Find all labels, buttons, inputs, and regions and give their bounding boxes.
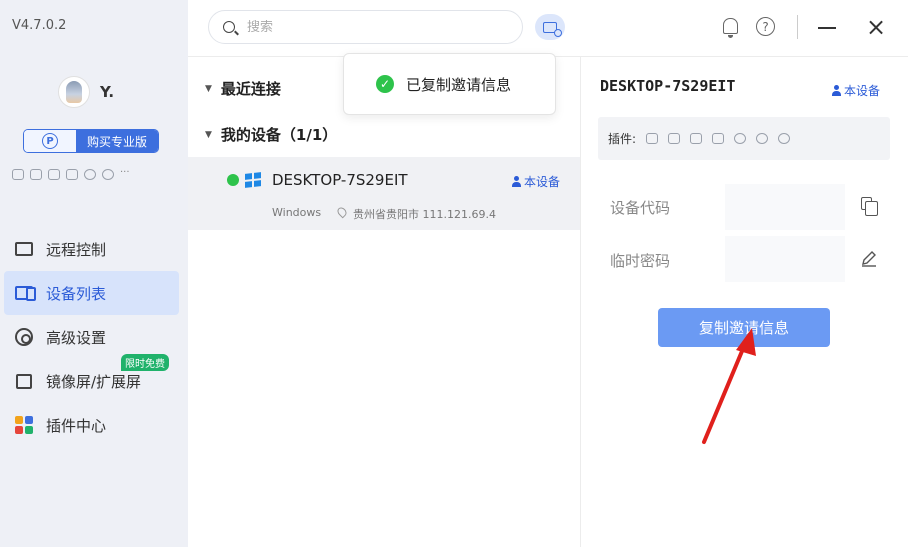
user-profile[interactable]: Y. bbox=[58, 76, 114, 108]
my-devices-header[interactable]: ▼ 我的设备（1/1） bbox=[205, 124, 337, 145]
app-version: V4.7.0.2 bbox=[12, 18, 67, 33]
bell-icon[interactable] bbox=[723, 18, 738, 38]
username: Y. bbox=[100, 83, 115, 101]
this-device-label: 本设备 bbox=[844, 84, 881, 98]
device-name: DESKTOP-7S29EIT bbox=[272, 171, 408, 189]
search-box[interactable] bbox=[208, 10, 523, 44]
search-icon bbox=[223, 21, 235, 33]
device-os: Windows bbox=[272, 206, 322, 219]
file-transfer-icon[interactable] bbox=[668, 133, 681, 144]
target-icon[interactable] bbox=[102, 169, 114, 180]
close-button[interactable]: × bbox=[866, 15, 886, 39]
this-device-label: 本设备 bbox=[524, 175, 561, 189]
plugin-bar: 插件: bbox=[598, 117, 890, 160]
settings-icon bbox=[15, 328, 33, 346]
temp-password-label: 临时密码 bbox=[610, 252, 671, 270]
gamepad-icon[interactable] bbox=[646, 133, 659, 144]
camera-icon[interactable] bbox=[690, 133, 703, 144]
nav-mirror-screen[interactable]: 镜像屏/扩展屏 限时免费 bbox=[4, 354, 179, 403]
pro-badge-icon: P bbox=[42, 133, 58, 149]
windows-icon bbox=[245, 172, 261, 188]
buy-pro-label: 购买专业版 bbox=[76, 130, 158, 152]
my-devices-label: 我的设备（1/1） bbox=[220, 126, 338, 144]
sidebar-nav: 远程控制 设备列表 高级设置 镜像屏/扩展屏 限时免费 插件中心 bbox=[4, 227, 179, 447]
more-icon[interactable]: ··· bbox=[120, 168, 134, 180]
nav-device-list[interactable]: 设备列表 bbox=[4, 271, 179, 315]
device-code-value bbox=[725, 184, 845, 230]
help-icon[interactable]: ? bbox=[756, 17, 775, 36]
check-circle-icon: ✓ bbox=[376, 75, 394, 93]
nav-label: 插件中心 bbox=[46, 416, 107, 435]
monitor-icon bbox=[15, 242, 33, 256]
screen-icon[interactable] bbox=[66, 169, 78, 180]
nav-plugin-center[interactable]: 插件中心 bbox=[4, 403, 179, 447]
device-list-item[interactable]: DESKTOP-7S29EIT 本设备 Windows 贵州省贵阳市 111.1… bbox=[188, 157, 580, 230]
person-icon bbox=[512, 176, 521, 187]
search-input[interactable] bbox=[247, 19, 497, 35]
divider bbox=[797, 15, 798, 39]
nav-remote-control[interactable]: 远程控制 bbox=[4, 227, 179, 271]
nav-advanced-settings[interactable]: 高级设置 bbox=[4, 315, 179, 359]
globe-icon[interactable] bbox=[778, 133, 791, 144]
avatar[interactable] bbox=[58, 76, 90, 108]
nav-label: 设备列表 bbox=[46, 284, 107, 303]
recent-connections-header[interactable]: ▼ 最近连接 bbox=[205, 78, 281, 99]
limited-free-badge: 限时免费 bbox=[121, 354, 169, 371]
copy-success-toast: ✓ 已复制邀请信息 bbox=[343, 53, 556, 115]
camera-icon[interactable] bbox=[48, 169, 60, 180]
minimize-button[interactable] bbox=[818, 27, 836, 29]
nav-label: 高级设置 bbox=[46, 328, 107, 347]
add-device-button[interactable] bbox=[535, 14, 565, 40]
location-icon[interactable] bbox=[84, 169, 96, 180]
nav-label: 远程控制 bbox=[46, 240, 107, 259]
person-icon bbox=[832, 85, 841, 96]
plugin-mini-icons: ··· bbox=[12, 168, 134, 180]
red-arrow-annotation bbox=[702, 328, 756, 444]
target-icon[interactable] bbox=[756, 133, 769, 144]
copy-icon[interactable] bbox=[861, 197, 878, 216]
plugin-grid-icon bbox=[15, 416, 33, 434]
buy-pro-button[interactable]: P 购买专业版 bbox=[23, 129, 159, 153]
online-status-icon bbox=[227, 174, 239, 186]
avatar-image bbox=[66, 81, 82, 103]
caret-down-icon: ▼ bbox=[205, 129, 212, 140]
location-pin-icon bbox=[335, 205, 349, 219]
screen-icon[interactable] bbox=[712, 133, 725, 144]
recent-label: 最近连接 bbox=[220, 80, 281, 98]
this-device-badge: 本设备 bbox=[512, 173, 560, 190]
device-code-label: 设备代码 bbox=[610, 199, 671, 217]
temp-password-value bbox=[725, 236, 845, 282]
device-location: 贵州省贵阳市 111.121.69.4 bbox=[353, 208, 496, 221]
sidebar: V4.7.0.2 Y. P 购买专业版 ··· 远程控制 设备列表 高级设置 镜… bbox=[0, 0, 188, 547]
mirror-screen-icon bbox=[16, 373, 32, 389]
nav-label: 镜像屏/扩展屏 bbox=[46, 372, 142, 391]
panel-divider bbox=[580, 57, 581, 547]
location-icon[interactable] bbox=[734, 133, 747, 144]
edit-pencil-icon[interactable] bbox=[860, 250, 878, 268]
caret-down-icon: ▼ bbox=[205, 83, 212, 94]
gamepad-icon[interactable] bbox=[12, 169, 24, 180]
devices-icon bbox=[15, 286, 36, 301]
screen-add-icon bbox=[543, 21, 562, 37]
toast-text: 已复制邀请信息 bbox=[406, 75, 512, 94]
detail-title: DESKTOP-7S29EIT bbox=[600, 77, 736, 95]
file-transfer-icon[interactable] bbox=[30, 169, 42, 180]
plugins-label: 插件: bbox=[608, 132, 637, 146]
detail-this-device-badge: 本设备 bbox=[832, 82, 880, 99]
